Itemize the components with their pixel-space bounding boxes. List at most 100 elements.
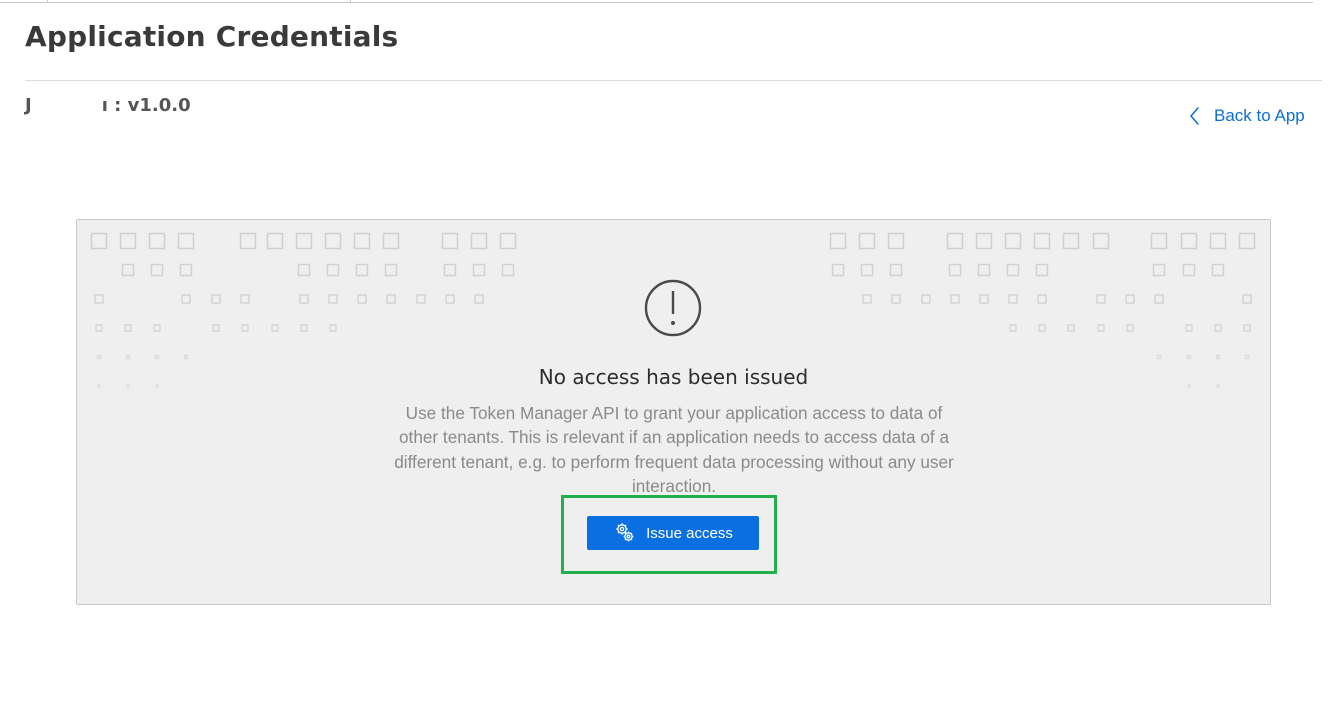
pattern-square xyxy=(121,263,135,277)
pattern-square xyxy=(212,324,220,332)
tab-edge xyxy=(350,0,351,3)
pattern-square xyxy=(829,232,847,250)
pattern-square xyxy=(1244,354,1250,360)
pattern-square xyxy=(240,294,250,304)
alert-circle-icon xyxy=(644,279,702,337)
pattern-square xyxy=(96,354,102,360)
title-divider xyxy=(25,80,1322,81)
pattern-square xyxy=(299,294,309,304)
pattern-square xyxy=(1156,354,1162,360)
chevron-left-icon xyxy=(1190,107,1199,125)
pattern-square xyxy=(499,232,517,250)
pattern-square xyxy=(295,232,313,250)
pattern-square xyxy=(382,232,400,250)
pattern-square xyxy=(1214,324,1222,332)
empty-state-description: Use the Token Manager API to grant your … xyxy=(394,403,954,496)
pattern-square xyxy=(125,354,131,360)
pattern-square xyxy=(1096,294,1106,304)
pattern-square xyxy=(1092,232,1110,250)
pattern-square xyxy=(353,232,371,250)
pattern-square xyxy=(1186,354,1192,360)
pattern-square xyxy=(1243,324,1251,332)
pattern-square xyxy=(1008,294,1018,304)
pattern-square xyxy=(329,324,337,332)
pattern-square xyxy=(179,263,193,277)
pattern-square xyxy=(470,232,488,250)
pattern-square xyxy=(94,294,104,304)
pattern-square xyxy=(386,294,396,304)
pattern-square xyxy=(1185,324,1193,332)
app-name-prefix: J xyxy=(25,95,32,116)
pattern-square xyxy=(1009,324,1017,332)
pattern-square xyxy=(441,232,459,250)
issue-access-label: Issue access xyxy=(646,524,733,542)
pattern-square xyxy=(119,232,137,250)
pattern-square xyxy=(1004,232,1022,250)
pattern-square xyxy=(148,232,166,250)
pattern-square xyxy=(384,263,398,277)
pattern-square xyxy=(90,232,108,250)
pattern-square xyxy=(979,294,989,304)
redacted-app-name xyxy=(31,94,102,114)
pattern-square xyxy=(95,324,103,332)
pattern-square xyxy=(831,263,845,277)
pattern-square xyxy=(183,354,189,360)
issue-access-button[interactable]: Issue access xyxy=(587,516,759,550)
page-title: Application Credentials xyxy=(25,20,399,53)
pattern-square xyxy=(181,294,191,304)
pattern-square xyxy=(1150,232,1168,250)
pattern-square xyxy=(472,263,486,277)
pattern-square xyxy=(153,324,161,332)
pattern-square xyxy=(950,294,960,304)
pattern-square xyxy=(297,263,311,277)
pattern-square xyxy=(1067,324,1075,332)
pattern-square xyxy=(1126,324,1134,332)
pattern-square xyxy=(1211,263,1225,277)
key-gear-icon xyxy=(616,523,634,542)
pattern-square xyxy=(1238,232,1256,250)
pattern-square xyxy=(1154,294,1164,304)
pattern-square xyxy=(1037,294,1047,304)
pattern-square xyxy=(889,263,903,277)
pattern-square xyxy=(1033,232,1051,250)
pattern-square xyxy=(355,263,369,277)
app-version-label: Jı : v1.0.0 xyxy=(25,94,191,116)
pattern-square xyxy=(1062,232,1080,250)
pattern-square xyxy=(501,263,515,277)
empty-state-title: No access has been issued xyxy=(538,365,809,389)
app-name-suffix: ı : v1.0.0 xyxy=(101,95,191,116)
pattern-square xyxy=(946,232,964,250)
pattern-square xyxy=(977,263,991,277)
pattern-square xyxy=(921,294,931,304)
pattern-square xyxy=(326,263,340,277)
pattern-square xyxy=(1152,263,1166,277)
pattern-square xyxy=(300,324,308,332)
pattern-square xyxy=(177,232,195,250)
back-to-app-label: Back to App xyxy=(1214,106,1305,125)
pattern-square xyxy=(862,294,872,304)
pattern-square xyxy=(975,232,993,250)
back-to-app-link[interactable]: Back to App xyxy=(1188,106,1305,126)
pattern-square xyxy=(443,263,457,277)
tab-edge xyxy=(47,0,48,3)
pattern-square xyxy=(858,232,876,250)
pattern-square xyxy=(1182,263,1196,277)
pattern-square xyxy=(1209,232,1227,250)
pattern-square xyxy=(324,232,342,250)
pattern-square xyxy=(1180,232,1198,250)
pattern-square xyxy=(1242,294,1252,304)
empty-state-panel: No access has been issued Use the Token … xyxy=(76,219,1271,605)
pattern-square xyxy=(150,263,164,277)
pattern-square xyxy=(154,354,160,360)
pattern-square xyxy=(1125,294,1135,304)
pattern-square xyxy=(1097,324,1105,332)
pattern-square xyxy=(1035,263,1049,277)
pattern-square xyxy=(271,324,279,332)
pattern-square xyxy=(416,294,426,304)
pattern-square xyxy=(860,263,874,277)
pattern-square xyxy=(239,232,257,250)
pattern-square xyxy=(891,294,901,304)
pattern-square xyxy=(474,294,484,304)
pattern-square xyxy=(887,232,905,250)
pattern-square xyxy=(266,232,284,250)
